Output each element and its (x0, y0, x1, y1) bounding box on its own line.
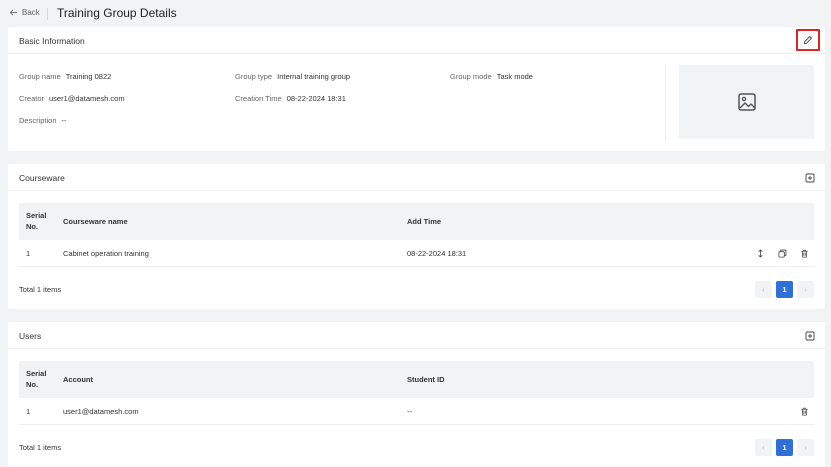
cell-add-time: 08-22-2024 18:31 (407, 249, 467, 258)
chevron-right-icon: › (804, 443, 807, 452)
column-header-serial: Serial No. (26, 211, 47, 231)
courseware-card: Courseware Serial No. Courseware name Ad… (8, 164, 825, 309)
card-title: Basic Information (19, 36, 85, 46)
row-actions (798, 398, 814, 425)
prev-page-button[interactable]: ‹ (755, 281, 772, 298)
next-page-button[interactable]: › (797, 281, 814, 298)
add-courseware-button[interactable] (795, 164, 825, 191)
trash-icon (800, 407, 808, 416)
field-label: Description (19, 116, 57, 125)
total-items: Total 1 items (19, 285, 62, 294)
column-header-add-time: Add Time (407, 217, 442, 226)
add-square-icon (805, 173, 815, 182)
group-type-field: Group type Internal training group (235, 72, 350, 81)
delete-button[interactable] (798, 248, 810, 260)
description-field: Description -- (19, 116, 67, 125)
cell-serial: 1 (26, 407, 31, 416)
back-label: Back (22, 8, 40, 17)
trash-icon (800, 249, 808, 258)
total-items: Total 1 items (19, 443, 62, 452)
cell-student-id: -- (407, 407, 412, 416)
page-number-button[interactable]: 1 (776, 281, 793, 298)
card-title: Courseware (19, 173, 65, 183)
chevron-left-icon: ‹ (762, 443, 765, 452)
creator-field: Creator user1@datamesh.com (19, 94, 125, 103)
cell-serial: 1 (26, 249, 31, 258)
sort-button[interactable] (754, 248, 766, 260)
pagination: ‹ 1 › (755, 281, 814, 298)
copy-button[interactable] (776, 248, 788, 260)
group-image[interactable] (679, 65, 814, 139)
field-value: Internal training group (277, 72, 351, 81)
field-label: Creator (19, 94, 45, 103)
divider (665, 64, 666, 140)
pagination: ‹ 1 › (755, 439, 814, 456)
field-label: Group type (235, 72, 273, 81)
pencil-icon (803, 36, 812, 45)
cell-account: user1@datamesh.com (63, 407, 139, 416)
field-value: user1@datamesh.com (49, 94, 125, 103)
next-page-button[interactable]: › (797, 439, 814, 456)
arrow-left-icon (9, 9, 18, 16)
table-row: 1 user1@datamesh.com -- (19, 398, 814, 425)
row-actions (754, 240, 814, 267)
chevron-right-icon: › (804, 285, 807, 294)
basic-information-card: Basic Information Group name Training 082… (8, 27, 825, 151)
chevron-left-icon: ‹ (762, 285, 765, 294)
add-user-button[interactable] (795, 322, 825, 349)
field-value: -- (61, 116, 67, 125)
card-title: Users (19, 331, 42, 341)
page-number-button[interactable]: 1 (776, 439, 793, 456)
delete-button[interactable] (798, 406, 810, 418)
table-header: Serial No. Courseware name Add Time (19, 203, 814, 240)
prev-page-button[interactable]: ‹ (755, 439, 772, 456)
group-mode-field: Group mode Task mode (450, 72, 533, 81)
card-header: Courseware (8, 164, 825, 191)
column-header-serial: Serial No. (26, 369, 47, 389)
edit-button[interactable] (796, 29, 820, 51)
card-header: Basic Information (8, 27, 825, 54)
field-label: Group name (19, 72, 61, 81)
users-card: Users Serial No. Account Student ID 1 us… (8, 322, 825, 467)
field-label: Group mode (450, 72, 492, 81)
field-value: 08-22-2024 18:31 (286, 94, 346, 103)
field-value: Training 0822 (65, 72, 112, 81)
field-value: Task mode (496, 72, 533, 81)
image-placeholder-icon (737, 93, 756, 111)
copy-icon (777, 249, 786, 258)
creation-time-field: Creation Time 08-22-2024 18:31 (235, 94, 346, 103)
top-bar: Back Training Group Details (0, 0, 831, 27)
courseware-table: Serial No. Courseware name Add Time 1 Ca… (19, 203, 814, 267)
card-header: Users (8, 322, 825, 349)
back-button[interactable]: Back (9, 8, 40, 17)
cell-courseware-name: Cabinet operation training (63, 249, 149, 258)
column-header-name: Courseware name (63, 217, 128, 226)
column-header-account: Account (63, 375, 93, 384)
field-label: Creation Time (235, 94, 282, 103)
column-header-student-id: Student ID (407, 375, 445, 384)
table-header: Serial No. Account Student ID (19, 361, 814, 398)
vertical-arrows-icon (757, 249, 763, 258)
page-title: Training Group Details (57, 6, 177, 20)
group-name-field: Group name Training 0822 (19, 72, 111, 81)
add-square-icon (805, 331, 815, 340)
divider (47, 8, 48, 20)
table-row: 1 Cabinet operation training 08-22-2024 … (19, 240, 814, 267)
users-table: Serial No. Account Student ID 1 user1@da… (19, 361, 814, 425)
